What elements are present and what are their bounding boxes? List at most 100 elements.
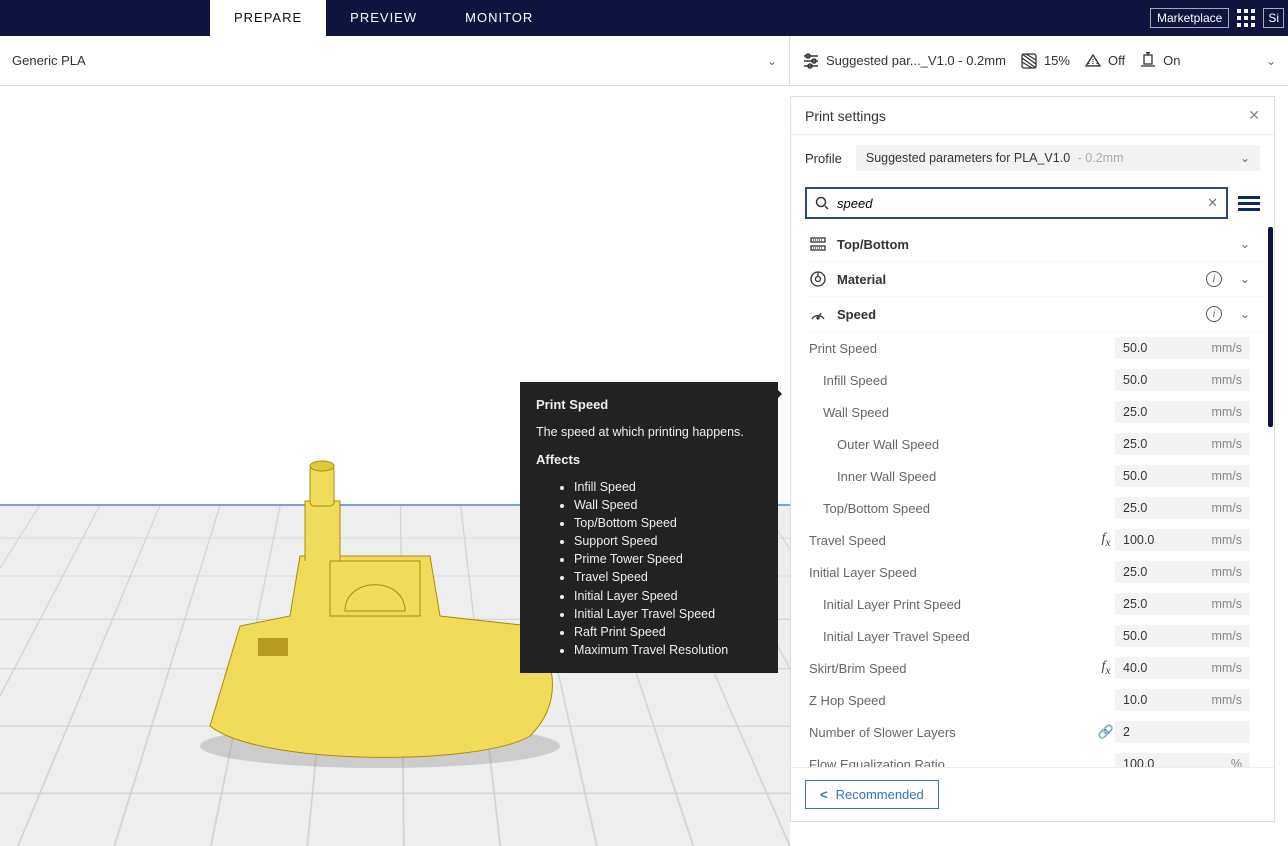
- setting-label: Flow Equalization Ratio: [809, 757, 1097, 768]
- setting-row: Flow Equalization Ratio 100.0%: [805, 748, 1268, 767]
- search-icon: [815, 196, 829, 210]
- setting-label: Travel Speed: [809, 533, 1097, 548]
- setting-row: Infill Speed 50.0mm/s: [805, 364, 1268, 396]
- setting-row: Z Hop Speed 10.0mm/s: [805, 684, 1268, 716]
- setting-row: Outer Wall Speed 25.0mm/s: [805, 428, 1268, 460]
- profile-selector[interactable]: Suggested parameters for PLA_V1.0 - 0.2m…: [856, 145, 1260, 171]
- material-icon: [809, 270, 827, 288]
- speed-icon: [809, 305, 827, 323]
- profile-quick[interactable]: Suggested par..._V1.0 - 0.2mm: [802, 52, 1006, 70]
- setting-value-input[interactable]: 100.0mm/s: [1115, 529, 1250, 551]
- marketplace-button[interactable]: Marketplace: [1150, 8, 1229, 28]
- clear-search-icon[interactable]: ✕: [1207, 195, 1218, 211]
- setting-row: Initial Layer Print Speed 25.0mm/s: [805, 588, 1268, 620]
- setting-row: Inner Wall Speed 50.0mm/s: [805, 460, 1268, 492]
- support-icon: [1084, 52, 1102, 70]
- recommended-label: Recommended: [836, 787, 924, 802]
- setting-value-input[interactable]: 50.0mm/s: [1115, 369, 1250, 391]
- tooltip-affects-item: Infill Speed: [574, 478, 762, 496]
- setting-value-input[interactable]: 25.0mm/s: [1115, 561, 1250, 583]
- print-settings-panel: Print settings ✕ Profile Suggested param…: [790, 96, 1275, 822]
- close-icon[interactable]: ✕: [1248, 107, 1260, 124]
- link-icon[interactable]: 🔗: [1097, 724, 1115, 740]
- info-icon[interactable]: i: [1206, 271, 1222, 287]
- section-label: Speed: [837, 307, 1196, 322]
- print-overrides-bar[interactable]: Suggested par..._V1.0 - 0.2mm 15% Off On…: [790, 36, 1288, 85]
- support-value: Off: [1108, 53, 1125, 68]
- panel-title: Print settings: [805, 108, 886, 124]
- formula-icon[interactable]: fx: [1097, 531, 1115, 549]
- setting-value-input[interactable]: 10.0mm/s: [1115, 689, 1250, 711]
- tooltip-description: The speed at which printing happens.: [536, 423, 762, 441]
- sliders-icon: [802, 52, 820, 70]
- tooltip-affects-item: Support Speed: [574, 532, 762, 550]
- section-speed[interactable]: Speed i ⌄: [805, 297, 1268, 332]
- support-quick[interactable]: Off: [1084, 52, 1125, 70]
- setting-label: Z Hop Speed: [809, 693, 1097, 708]
- profile-name: Suggested parameters for PLA_V1.0: [866, 151, 1070, 165]
- setting-value-input[interactable]: 40.0mm/s: [1115, 657, 1250, 679]
- setting-value-input[interactable]: 25.0mm/s: [1115, 401, 1250, 423]
- search-box[interactable]: ✕: [805, 187, 1228, 219]
- setting-value-input[interactable]: 25.0mm/s: [1115, 433, 1250, 455]
- setting-label: Initial Layer Print Speed: [809, 597, 1097, 612]
- chevron-down-icon: ⌄: [767, 54, 777, 68]
- section-top-bottom[interactable]: Top/Bottom ⌄: [805, 227, 1268, 262]
- settings-visibility-icon[interactable]: [1238, 193, 1260, 214]
- setting-row: Print Speed 50.0mm/s: [805, 332, 1268, 364]
- tooltip-affects-item: Initial Layer Speed: [574, 587, 762, 605]
- search-input[interactable]: [837, 196, 1199, 211]
- setting-value-input[interactable]: 50.0mm/s: [1115, 625, 1250, 647]
- tooltip-affects-item: Maximum Travel Resolution: [574, 641, 762, 659]
- material-label: Generic PLA: [12, 53, 86, 68]
- tab-prepare[interactable]: PREPARE: [210, 0, 326, 36]
- setting-value-input[interactable]: 2: [1115, 721, 1250, 743]
- infill-quick[interactable]: 15%: [1020, 52, 1070, 70]
- profile-detail: - 0.2mm: [1078, 151, 1124, 165]
- setting-value-input[interactable]: 100.0%: [1115, 753, 1250, 767]
- tooltip-title: Print Speed: [536, 396, 762, 415]
- chevron-down-icon: ⌄: [1240, 307, 1250, 321]
- setting-label: Print Speed: [809, 341, 1097, 356]
- recommended-button[interactable]: < Recommended: [805, 780, 939, 809]
- tooltip-affects-label: Affects: [536, 451, 762, 470]
- apps-grid-icon[interactable]: [1235, 7, 1257, 29]
- section-label: Material: [837, 272, 1196, 287]
- tab-preview[interactable]: PREVIEW: [326, 0, 441, 36]
- chevron-down-icon: ⌄: [1266, 54, 1276, 68]
- tab-monitor[interactable]: MONITOR: [441, 0, 557, 36]
- setting-value-input[interactable]: 50.0mm/s: [1115, 465, 1250, 487]
- adhesion-quick[interactable]: On: [1139, 52, 1180, 70]
- setting-value-input[interactable]: 50.0mm/s: [1115, 337, 1250, 359]
- infill-icon: [1020, 52, 1038, 70]
- adhesion-value: On: [1163, 53, 1180, 68]
- info-icon[interactable]: i: [1206, 306, 1222, 322]
- chevron-left-icon: <: [820, 787, 828, 802]
- section-label: Top/Bottom: [837, 237, 1230, 252]
- toolbar: Generic PLA ⌄ Suggested par..._V1.0 - 0.…: [0, 36, 1288, 86]
- tooltip-affects-item: Prime Tower Speed: [574, 550, 762, 568]
- setting-row: Initial Layer Speed25.0mm/s: [805, 556, 1268, 588]
- tooltip-affects-list: Infill SpeedWall SpeedTop/Bottom SpeedSu…: [536, 478, 762, 659]
- signin-button[interactable]: Si: [1263, 8, 1284, 28]
- setting-label: Number of Slower Layers: [809, 725, 1097, 740]
- tooltip-affects-item: Top/Bottom Speed: [574, 514, 762, 532]
- setting-label: Inner Wall Speed: [809, 469, 1097, 484]
- setting-label: Infill Speed: [809, 373, 1097, 388]
- section-material[interactable]: Material i ⌄: [805, 262, 1268, 297]
- setting-row: Initial Layer Travel Speed50.0mm/s: [805, 620, 1268, 652]
- top-bottom-icon: [809, 235, 827, 253]
- profile-quick-label: Suggested par..._V1.0 - 0.2mm: [826, 53, 1006, 68]
- viewport-3d[interactable]: Print Speed The speed at which printing …: [0, 86, 790, 846]
- chevron-down-icon: ⌄: [1240, 151, 1250, 165]
- scrollbar[interactable]: [1268, 227, 1273, 427]
- setting-row: Number of Slower Layers🔗2: [805, 716, 1268, 748]
- adhesion-icon: [1139, 52, 1157, 70]
- setting-value-input[interactable]: 25.0mm/s: [1115, 593, 1250, 615]
- setting-value-input[interactable]: 25.0mm/s: [1115, 497, 1250, 519]
- formula-icon[interactable]: fx: [1097, 659, 1115, 677]
- setting-label: Wall Speed: [809, 405, 1097, 420]
- material-selector[interactable]: Generic PLA ⌄: [0, 36, 790, 85]
- setting-label: Outer Wall Speed: [809, 437, 1097, 452]
- setting-label: Top/Bottom Speed: [809, 501, 1097, 516]
